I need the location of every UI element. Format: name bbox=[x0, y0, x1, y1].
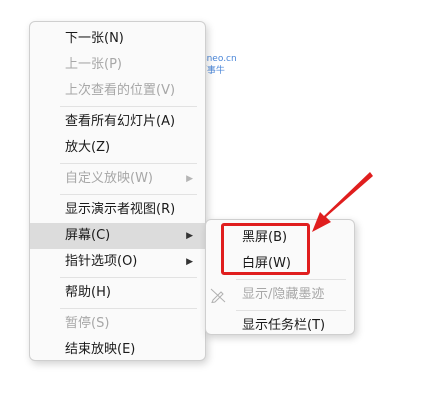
callout-arrow-icon bbox=[312, 172, 373, 232]
